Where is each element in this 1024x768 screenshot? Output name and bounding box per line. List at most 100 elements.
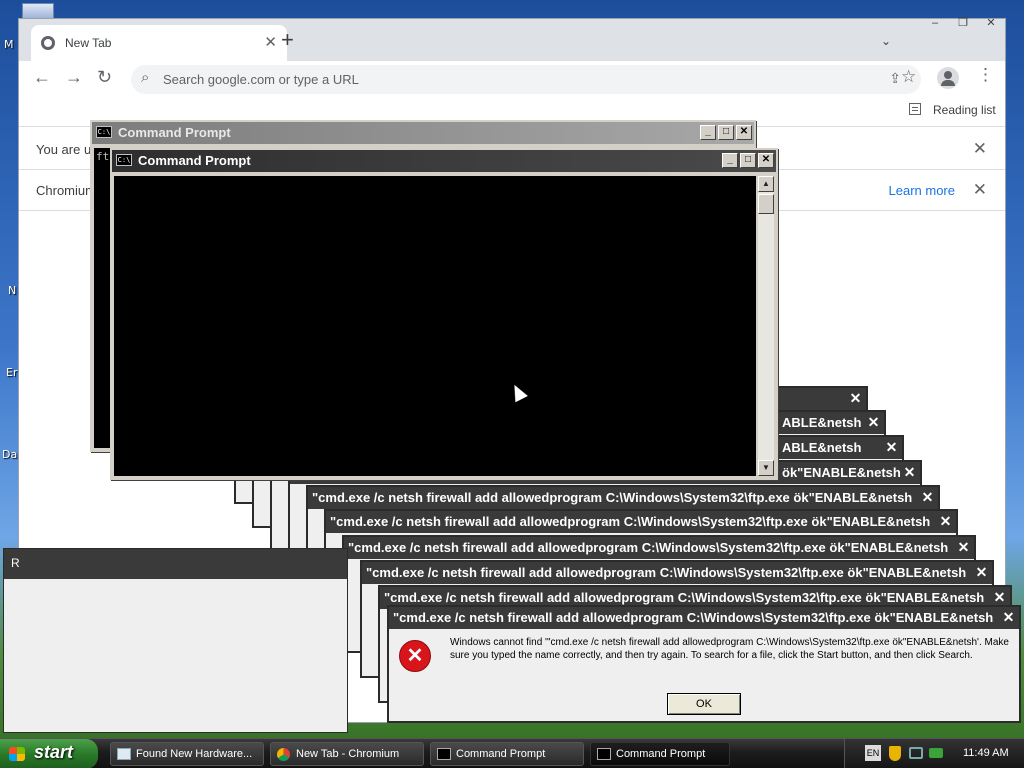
tab-search-chevron-icon[interactable]: ⌄ (881, 34, 891, 48)
reload-icon[interactable]: ↻ (97, 67, 112, 88)
taskbar-item-command-prompt[interactable]: Command Prompt (430, 742, 584, 766)
close-icon[interactable]: ✕ (847, 390, 864, 407)
error-dialog-front: "cmd.exe /c netsh firewall add allowedpr… (387, 605, 1021, 723)
learn-more-link[interactable]: Learn more (889, 183, 955, 198)
taskbar-item-chromium[interactable]: New Tab - Chromium (270, 742, 424, 766)
dialog-title-bar[interactable]: "cmd.exe /c netsh firewall add allowedpr… (308, 487, 938, 509)
reading-list-button[interactable]: Reading list (933, 103, 996, 117)
taskbar: start Found New Hardware... New Tab - Ch… (0, 738, 1024, 768)
dialog-title: "cmd.exe /c netsh firewall add allowedpr… (366, 565, 967, 580)
scroll-down-arrow-icon[interactable]: ▼ (758, 460, 774, 476)
close-icon[interactable]: ✕ (973, 564, 990, 581)
system-tray: EN 11:49 AM (844, 739, 1024, 768)
window-controls: _ □ ✕ (722, 153, 774, 168)
close-button[interactable]: ✕ (977, 16, 1005, 32)
cmd-icon (437, 748, 451, 760)
scroll-thumb[interactable] (758, 194, 774, 214)
console-area[interactable] (114, 176, 756, 476)
dialog-title: ök"ENABLE&netsh (782, 465, 901, 480)
clock[interactable]: 11:49 AM (963, 747, 1009, 759)
browser-toolbar: ← → ↻ ⌕ Search google.com or type a URL … (19, 61, 1005, 97)
close-button[interactable]: ✕ (736, 125, 752, 140)
forward-arrow-icon[interactable]: → (65, 67, 83, 88)
dialog-title-bar[interactable]: R (4, 549, 347, 579)
dialog-title: "cmd.exe /c netsh firewall add allowedpr… (393, 610, 994, 625)
desktop-icon-data[interactable]: Da (2, 448, 17, 461)
console-text: ft (96, 150, 110, 163)
taskbar-item-label: Command Prompt (616, 748, 706, 760)
search-icon: ⌕ (141, 69, 150, 86)
ok-button[interactable]: OK (667, 693, 741, 715)
dialog-title: ABLE&netsh (782, 440, 862, 455)
tab-title: New Tab (65, 36, 112, 50)
network-icon[interactable] (909, 747, 923, 759)
security-shield-icon[interactable] (889, 746, 901, 761)
close-icon[interactable]: ✕ (955, 539, 972, 556)
desktop-icon-label: M (4, 38, 14, 51)
dialog-title-bar[interactable]: "cmd.exe /c netsh firewall add allowedpr… (326, 511, 956, 533)
new-tab-button[interactable]: + (281, 29, 294, 51)
desktop-icon-label: Da (2, 448, 18, 461)
desktop-icon-label: Er (6, 366, 18, 379)
minimize-button[interactable]: _ (722, 153, 738, 168)
minimize-button[interactable]: _ (700, 125, 716, 140)
dialog-title-bar[interactable]: "cmd.exe /c netsh firewall add allowedpr… (389, 607, 1019, 629)
infobar-close-icon[interactable]: ✕ (973, 180, 987, 200)
close-icon[interactable]: ✕ (919, 489, 936, 506)
tab-new-tab[interactable]: New Tab ✕ (31, 25, 287, 61)
close-icon[interactable]: ✕ (937, 513, 954, 530)
partial-dialog-left: R (3, 548, 348, 733)
share-icon[interactable]: ⇪ (889, 70, 901, 87)
dialog-title: "cmd.exe /c netsh firewall add allowedpr… (384, 590, 985, 605)
error-icon: ✕ (399, 640, 431, 672)
taskbar-item-command-prompt-active[interactable]: Command Prompt (590, 742, 730, 766)
command-prompt-window-front: C:\ Command Prompt _ □ ✕ ▲ ▼ (110, 148, 778, 480)
windows-logo-icon (9, 747, 25, 761)
close-icon[interactable]: ✕ (901, 464, 918, 481)
window-controls: – ❐ ✕ (921, 16, 1005, 32)
window-title-bar[interactable]: C:\ Command Prompt _ □ ✕ (112, 150, 776, 172)
close-icon[interactable]: ✕ (865, 414, 882, 431)
more-menu-icon[interactable]: ⋮ (977, 65, 994, 85)
scroll-up-arrow-icon[interactable]: ▲ (758, 176, 774, 192)
window-title-bar[interactable]: C:\ Command Prompt _ □ ✕ (92, 122, 754, 144)
dialog-title: ABLE&netsh (782, 415, 862, 430)
dialog-title: R (11, 556, 20, 570)
start-button[interactable]: start (0, 739, 98, 768)
desktop-icon-explorer[interactable]: Er (6, 366, 17, 379)
desktop-icon-network[interactable]: N (8, 284, 16, 297)
back-arrow-icon[interactable]: ← (33, 67, 51, 88)
language-indicator[interactable]: EN (865, 745, 881, 761)
window-controls: _ □ ✕ (700, 125, 752, 140)
vertical-scrollbar[interactable]: ▲ ▼ (758, 176, 774, 476)
network-status-icon[interactable] (929, 748, 943, 758)
close-icon[interactable]: ✕ (883, 439, 900, 456)
cmd-icon (597, 748, 611, 760)
taskbar-item-found-new-hardware[interactable]: Found New Hardware... (110, 742, 264, 766)
chromium-icon (277, 748, 290, 761)
close-icon[interactable]: ✕ (991, 589, 1008, 606)
minimize-button[interactable]: – (921, 16, 949, 32)
dialog-title-bar[interactable]: "cmd.exe /c netsh firewall add allowedpr… (362, 562, 992, 584)
maximize-button[interactable]: □ (740, 153, 756, 168)
maximize-button[interactable]: □ (718, 125, 734, 140)
reading-list-icon (909, 103, 921, 115)
close-icon[interactable]: ✕ (1000, 609, 1017, 626)
profile-avatar-icon[interactable] (937, 67, 959, 89)
dialog-title: "cmd.exe /c netsh firewall add allowedpr… (348, 540, 949, 555)
dialog-title-bar[interactable]: "cmd.exe /c netsh firewall add allowedpr… (344, 537, 974, 559)
tab-strip: New Tab ✕ + ⌄ – ❐ ✕ (19, 16, 1005, 61)
bookmark-star-icon[interactable]: ☆ (901, 67, 916, 87)
dialog-title: "cmd.exe /c netsh firewall add allowedpr… (330, 514, 931, 529)
hardware-icon (117, 748, 131, 760)
maximize-button[interactable]: ❐ (949, 16, 977, 32)
computer-icon (22, 3, 54, 19)
tab-close-icon[interactable]: ✕ (264, 33, 277, 51)
taskbar-item-label: New Tab - Chromium (296, 748, 400, 760)
infobar-text: Chromium (36, 183, 96, 198)
infobar-close-icon[interactable]: ✕ (973, 139, 987, 159)
address-bar[interactable]: ⌕ Search google.com or type a URL ⇪ (131, 65, 921, 94)
close-button[interactable]: ✕ (758, 153, 774, 168)
taskbar-item-label: Command Prompt (456, 748, 546, 760)
cmd-icon: C:\ (116, 154, 132, 166)
